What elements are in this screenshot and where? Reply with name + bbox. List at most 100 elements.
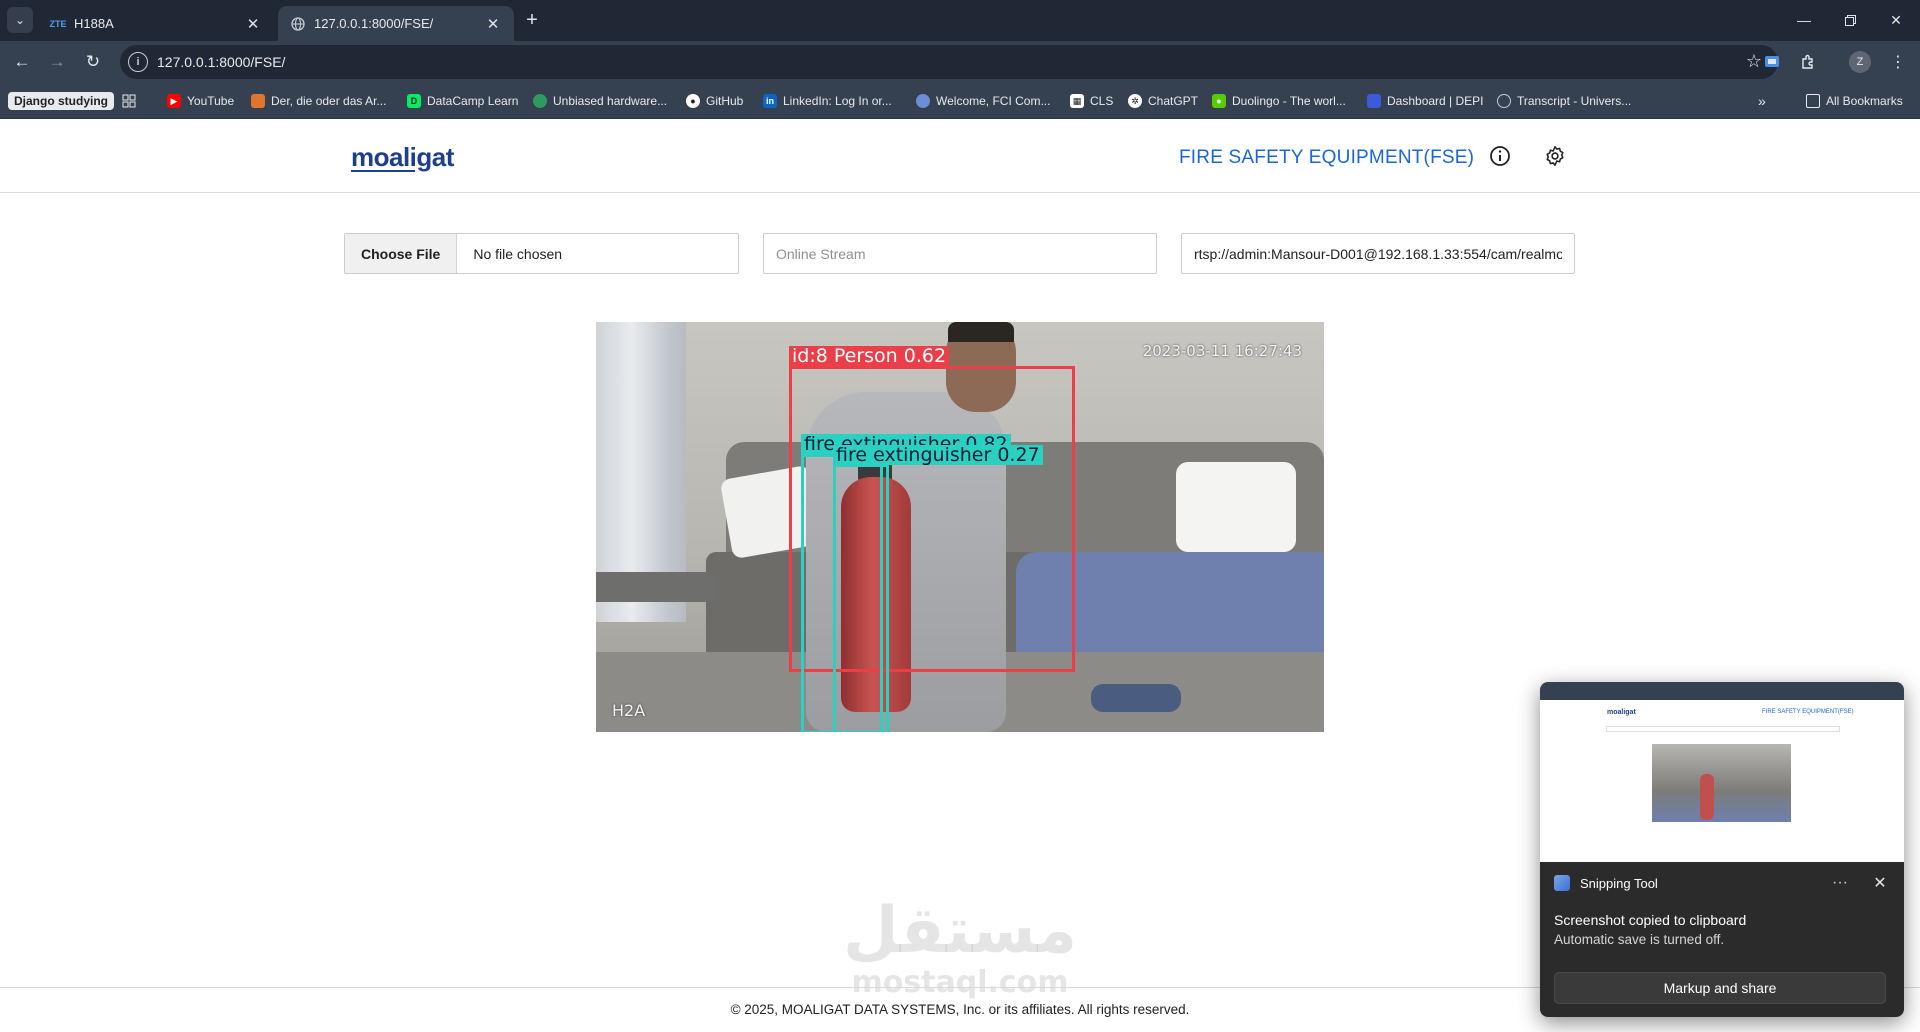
markup-and-share-button[interactable]: Markup and share [1554,972,1886,1004]
apps-grid-icon[interactable] [122,91,136,111]
thumbnail-inputs [1606,726,1840,732]
bookmark-label: CLS [1090,94,1114,108]
bookmark-chatgpt[interactable]: ✲ ChatGPT [1128,91,1198,111]
site-icon: ▦ [1070,94,1084,108]
bookmark-label: Dashboard | DEPI [1387,94,1484,108]
restore-icon[interactable] [1827,0,1873,40]
bookmark-django-studying[interactable]: Django studying [8,91,114,111]
extinguisher-bounding-box [833,464,889,732]
bookmark-label: Der, die oder das Ar... [271,94,387,108]
youtube-icon: ▶ [167,94,181,108]
tab-h188a[interactable]: ZTE H188A ✕ [38,6,274,41]
minimize-icon[interactable]: — [1781,0,1827,40]
site-icon [916,94,930,108]
bookmark-label: All Bookmarks [1826,94,1903,108]
pillow [1176,462,1296,552]
notification-app-name: Snipping Tool [1580,875,1658,891]
thumbnail-logo: moaligat [1607,709,1636,716]
site-icon [1367,94,1381,108]
bookmark-label: Unbiased hardware... [553,94,668,108]
bookmark-cls[interactable]: ▦ CLS [1070,91,1113,111]
extensions-icon[interactable] [1796,50,1820,74]
bookmarks-bar: Django studying ▶ YouTube Der, die oder … [0,83,1920,119]
rtsp-url-input[interactable] [1181,233,1575,274]
bookmark-label: ChatGPT [1148,94,1199,108]
snipping-tool-icon [1554,875,1570,891]
slippers [1091,684,1181,712]
bookmark-label: LinkedIn: Log In or... [783,94,892,108]
file-status: No file chosen [473,245,563,262]
page-title: FIRE SAFETY EQUIPMENT(FSE) [1179,147,1475,168]
bookmark-youtube[interactable]: ▶ YouTube [167,91,234,111]
bookmark-label: GitHub [706,94,744,108]
bookmark-github[interactable]: ● GitHub [686,91,743,111]
more-options-icon[interactable]: ··· [1828,874,1852,892]
file-upload-input[interactable]: Choose File No file chosen [344,233,739,274]
watermark-latin: mostaql.com [851,965,1069,1000]
globe-icon [290,16,306,32]
tab-title: 127.0.0.1:8000/FSE/ [314,16,434,31]
all-bookmarks[interactable]: All Bookmarks [1806,91,1903,111]
bookmark-der-die-das[interactable]: Der, die oder das Ar... [251,91,386,111]
site-logo[interactable]: moaligat [351,142,454,173]
duolingo-icon: ● [1212,94,1226,108]
tab-fse[interactable]: 127.0.0.1:8000/FSE/ ✕ [278,6,514,41]
github-icon: ● [686,94,700,108]
address-url[interactable]: 127.0.0.1:8000/FSE/ [157,54,285,70]
person-hair [948,322,1014,342]
profile-avatar[interactable]: Z [1849,51,1871,73]
notification-submessage: Automatic save is turned off. [1554,932,1725,947]
datacamp-icon: D [407,94,421,108]
close-window-icon[interactable]: ✕ [1873,0,1919,40]
info-icon[interactable] [1488,144,1512,168]
kebab-menu-icon[interactable]: ⋮ [1886,50,1910,74]
bookmark-duolingo[interactable]: ● Duolingo - The worl... [1212,91,1346,111]
thumbnail-title: FIRE SAFETY EQUIPMENT(FSE) [1762,709,1854,715]
folder-icon [1806,94,1820,108]
address-bar[interactable]: i 127.0.0.1:8000/FSE/ ☆ [120,45,1778,79]
bookmark-label: YouTube [187,94,235,108]
back-icon[interactable]: ← [10,50,34,74]
person-detection-label: id:8 Person 0.62 [789,346,950,366]
choose-file-button[interactable]: Choose File [345,234,458,273]
logo-underline [351,170,415,172]
bookmark-fci[interactable]: Welcome, FCI Com... [916,91,1050,111]
cast-icon[interactable] [1760,50,1784,74]
bookmark-datacamp[interactable]: D DataCamp Learn [407,91,518,111]
tab-title: H188A [74,16,114,31]
browser-toolbar: ← → ↻ i 127.0.0.1:8000/FSE/ ☆ Z ⋮ [0,41,1920,83]
coffee-table [596,572,716,602]
close-tab-icon[interactable]: ✕ [484,15,502,33]
thumbnail-extinguisher [1700,774,1714,820]
tab-search-button[interactable]: ⌄ [7,7,33,33]
bookmark-unbiased-hardware[interactable]: Unbiased hardware... [533,91,667,111]
bookmark-label: DataCamp Learn [427,94,519,108]
reload-icon[interactable]: ↻ [81,50,105,74]
forward-icon[interactable]: → [45,50,69,74]
site-header: moaligat FIRE SAFETY EQUIPMENT(FSE) [0,120,1920,193]
online-stream-input[interactable] [763,233,1157,274]
bookmark-label: Transcript - Univers... [1517,94,1632,108]
bookmark-depi[interactable]: Dashboard | DEPI [1367,91,1484,111]
zte-favicon-icon: ZTE [49,18,67,29]
mostaql-watermark: مستقل mostaql.com [842,896,1078,1000]
thumbnail-browser-chrome [1540,682,1904,700]
site-info-icon[interactable]: i [128,52,148,72]
bookmarks-overflow-icon[interactable]: » [1758,91,1766,111]
snipping-tool-notification: moaligat FIRE SAFETY EQUIPMENT(FSE) Snip… [1540,682,1904,1017]
bookmark-transcript[interactable]: Transcript - Univers... [1497,91,1631,111]
screenshot-thumbnail[interactable]: moaligat FIRE SAFETY EQUIPMENT(FSE) [1540,682,1904,862]
browser-tabstrip: ⌄ ZTE H188A ✕ 127.0.0.1:8000/FSE/ ✕ + — … [0,0,1920,41]
bookmark-label: Django studying [8,92,114,110]
settings-gear-icon[interactable] [1543,144,1567,168]
bookmark-icon [251,94,265,108]
linkedin-icon: in [763,94,777,108]
notification-header: Snipping Tool ··· ✕ [1540,862,1904,904]
thumbnail-camera [1652,744,1791,822]
bookmark-linkedin[interactable]: in LinkedIn: Log In or... [763,91,892,111]
close-tab-icon[interactable]: ✕ [244,15,262,33]
bookmark-label: Welcome, FCI Com... [936,94,1051,108]
new-tab-button[interactable]: + [520,8,544,32]
camera-feed: id:8 Person 0.62 fire extinguisher 0.82 … [596,322,1324,732]
close-notification-icon[interactable]: ✕ [1870,873,1890,893]
